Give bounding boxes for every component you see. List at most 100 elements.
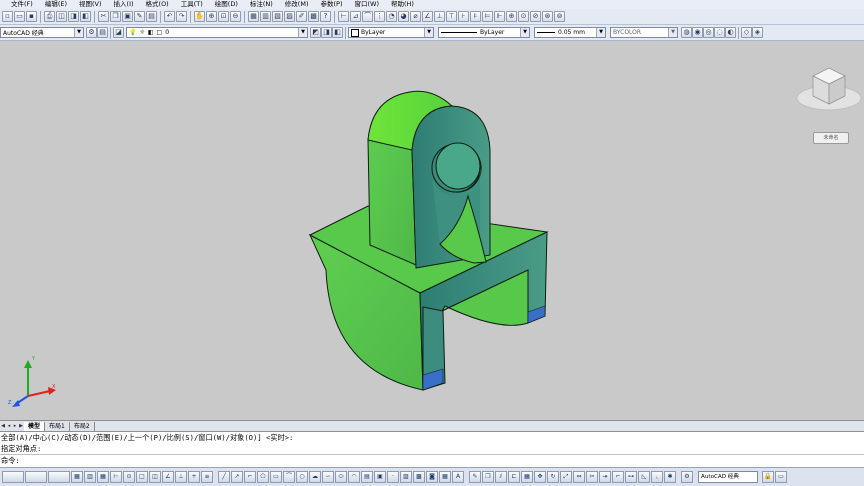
point-icon[interactable]: · <box>387 471 399 483</box>
polygon-icon[interactable]: ⬠ <box>257 471 269 483</box>
visual-style-icon[interactable]: ◍ <box>681 27 692 38</box>
pan-icon[interactable]: ✋ <box>194 11 205 22</box>
sheet-set-icon[interactable]: ▨ <box>284 11 295 22</box>
open-icon[interactable]: ▭ <box>14 11 25 22</box>
scale-icon[interactable]: ⤢ <box>560 471 572 483</box>
mirror-icon[interactable]: ⫽ <box>495 471 507 483</box>
hatch-icon[interactable]: ▨ <box>400 471 412 483</box>
layer-combo[interactable]: 💡 ☼ ◧ □ 0 ▼ <box>126 27 308 38</box>
toolbar-lock-icon[interactable]: 🔒 <box>762 471 774 483</box>
tab-model[interactable]: 模型 <box>24 421 46 431</box>
osnap-icon[interactable]: □ <box>136 471 148 483</box>
linear-dimension-icon[interactable]: ⊢ <box>338 11 349 22</box>
dimension-edit-icon[interactable]: ⊛ <box>542 11 553 22</box>
ordinate-icon[interactable]: ⋮ <box>374 11 385 22</box>
chamfer-icon[interactable]: ◺ <box>638 471 650 483</box>
workspace-combo[interactable]: AutoCAD 经典 ▼ <box>0 27 84 38</box>
paste-icon[interactable]: ▣ <box>122 11 133 22</box>
menu-help[interactable]: 帮助(H) <box>391 0 414 9</box>
color-combo[interactable]: ByLayer ▼ <box>348 27 434 38</box>
diameter-icon[interactable]: ⌀ <box>410 11 421 22</box>
dyn-icon[interactable]: + <box>188 471 200 483</box>
line-icon[interactable]: ╱ <box>218 471 230 483</box>
workspace-settings-icon[interactable]: ⚙ <box>86 27 97 38</box>
status-workspace-combo[interactable]: AutoCAD 经典 <box>698 471 758 483</box>
wireframe-icon[interactable]: ◌ <box>714 27 725 38</box>
conceptual-icon[interactable]: ◎ <box>703 27 714 38</box>
zoom-realtime-icon[interactable]: ⊕ <box>206 11 217 22</box>
tab-layout2[interactable]: 布局2 <box>70 421 95 431</box>
stretch-icon[interactable]: ⇔ <box>573 471 585 483</box>
clean-screen-icon[interactable]: ▭ <box>775 471 787 483</box>
layer-state-icon[interactable]: ◧ <box>332 27 343 38</box>
offset-icon[interactable]: ⊏ <box>508 471 520 483</box>
cut-icon[interactable]: ✂ <box>98 11 109 22</box>
jogged-linear-icon[interactable]: ⊘ <box>530 11 541 22</box>
coordinates-extra[interactable] <box>48 471 70 483</box>
lineweight-toggle-icon[interactable]: ≡ <box>201 471 213 483</box>
zoom-previous-icon[interactable]: ⊖ <box>230 11 241 22</box>
construction-line-icon[interactable]: ↗ <box>231 471 243 483</box>
join-icon[interactable]: ⊶ <box>625 471 637 483</box>
spline-icon[interactable]: ∽ <box>322 471 334 483</box>
cube-view-icon[interactable]: ◇ <box>741 27 752 38</box>
3d-osnap-icon[interactable]: ◫ <box>149 471 161 483</box>
tool-palettes-icon[interactable]: ▧ <box>272 11 283 22</box>
array-icon[interactable]: ▦ <box>521 471 533 483</box>
save-icon[interactable]: ▪ <box>26 11 37 22</box>
infer-constraints-icon[interactable]: ▦ <box>71 471 83 483</box>
revcloud-icon[interactable]: ☁ <box>309 471 321 483</box>
redo-icon[interactable]: ↷ <box>176 11 187 22</box>
help-icon[interactable]: ? <box>320 11 331 22</box>
angular-icon[interactable]: ∠ <box>422 11 433 22</box>
publish-icon[interactable]: ◨ <box>68 11 79 22</box>
zoom-window-icon[interactable]: ⊡ <box>218 11 229 22</box>
explode-icon[interactable]: ✱ <box>664 471 676 483</box>
viewcube-icon[interactable] <box>796 67 862 111</box>
radius-icon[interactable]: ◔ <box>386 11 397 22</box>
ellipse-arc-icon[interactable]: ◠ <box>348 471 360 483</box>
copy-icon[interactable]: ❐ <box>110 11 121 22</box>
fillet-icon[interactable]: ◟ <box>651 471 663 483</box>
continue-icon[interactable]: ⊦ <box>458 11 469 22</box>
menu-draw[interactable]: 绘图(D) <box>215 0 238 9</box>
new-icon[interactable]: ▫ <box>2 11 13 22</box>
jogged-icon[interactable]: ◕ <box>398 11 409 22</box>
menu-tools[interactable]: 工具(T) <box>181 0 203 9</box>
layer-properties-icon[interactable]: ◪ <box>113 27 124 38</box>
design-center-icon[interactable]: ▥ <box>260 11 271 22</box>
grid-icon[interactable]: ▦ <box>97 471 109 483</box>
menu-format[interactable]: 格式(O) <box>146 0 169 9</box>
make-block-icon[interactable]: ▣ <box>374 471 386 483</box>
coordinates-toggle[interactable] <box>2 471 24 483</box>
table-icon[interactable]: ▦ <box>439 471 451 483</box>
plotstyle-combo[interactable]: BYCOLOR ▼ <box>610 27 678 38</box>
otrack-icon[interactable]: ∠ <box>162 471 174 483</box>
copy-object-icon[interactable]: ❐ <box>482 471 494 483</box>
print-icon[interactable]: ⎙ <box>44 11 55 22</box>
circle-icon[interactable]: ○ <box>296 471 308 483</box>
workspace-extra-icon[interactable]: ▤ <box>97 27 108 38</box>
erase-icon[interactable]: ✎ <box>469 471 481 483</box>
orbit-icon[interactable]: ◈ <box>752 27 763 38</box>
markup-icon[interactable]: ✐ <box>296 11 307 22</box>
tab-layout1[interactable]: 布局1 <box>45 421 70 431</box>
match-properties-icon[interactable]: ✎ <box>134 11 145 22</box>
menu-modify[interactable]: 修改(M) <box>285 0 309 9</box>
baseline-icon[interactable]: ⊤ <box>446 11 457 22</box>
command-input[interactable]: 命令: <box>0 454 864 466</box>
region-icon[interactable]: ◙ <box>426 471 438 483</box>
center-mark-icon[interactable]: ⊕ <box>506 11 517 22</box>
hidden-icon[interactable]: ◐ <box>725 27 736 38</box>
insert-block-icon[interactable]: ▤ <box>361 471 373 483</box>
realistic-icon[interactable]: ◉ <box>692 27 703 38</box>
linetype-combo[interactable]: ByLayer ▼ <box>438 27 530 38</box>
aligned-dimension-icon[interactable]: ⊿ <box>350 11 361 22</box>
drawing-viewport[interactable]: Y X Z <box>0 41 864 420</box>
ducs-icon[interactable]: ⊥ <box>175 471 187 483</box>
model-canvas[interactable]: Y X Z <box>0 41 864 420</box>
arc-length-icon[interactable]: ⌒ <box>362 11 373 22</box>
menu-dimension[interactable]: 标注(N) <box>250 0 273 9</box>
ortho-icon[interactable]: ⊢ <box>110 471 122 483</box>
menu-window[interactable]: 窗口(W) <box>354 0 379 9</box>
